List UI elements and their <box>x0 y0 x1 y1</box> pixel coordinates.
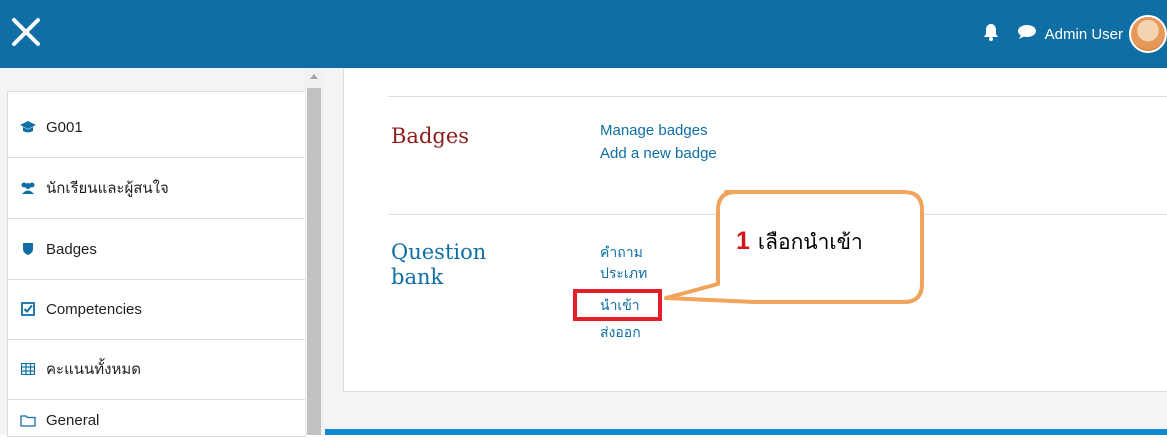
scrollbar-thumb[interactable] <box>307 88 321 435</box>
section-title-question-bank-line2: bank <box>391 265 444 289</box>
folder-icon <box>18 414 38 427</box>
users-icon <box>18 181 38 195</box>
sidebar-item-grades[interactable]: คะแนนทั้งหมด <box>8 339 305 400</box>
add-badge-link[interactable]: Add a new badge <box>600 143 717 165</box>
shield-icon <box>18 242 38 256</box>
sidebar-item-g001[interactable]: G001 <box>8 97 305 158</box>
sidebar-scrollbar[interactable] <box>305 70 323 435</box>
chat-icon[interactable] <box>1017 24 1037 45</box>
bell-icon[interactable] <box>983 23 999 46</box>
sidebar: G001 นักเรียนและผู้สนใจ Badges Competenc… <box>7 91 306 437</box>
sidebar-item-label: Competencies <box>46 300 142 318</box>
checkbox-icon <box>18 302 38 316</box>
user-menu: Admin User <box>983 14 1167 54</box>
sidebar-item-badges[interactable]: Badges <box>8 219 305 280</box>
sidebar-item-label: Badges <box>46 240 97 258</box>
sidebar-item-label: G001 <box>46 118 83 136</box>
bottom-accent-bar <box>325 429 1167 435</box>
sidebar-item-general[interactable]: General <box>8 400 305 440</box>
avatar[interactable] <box>1129 15 1167 53</box>
graduation-cap-icon <box>18 120 38 134</box>
sidebar-item-label: General <box>46 411 100 429</box>
callout-number: 1 <box>736 227 750 255</box>
table-icon <box>18 363 38 375</box>
callout-text: 1 เลือกนำเข้า <box>736 226 863 259</box>
manage-badges-link[interactable]: Manage badges <box>600 120 708 142</box>
section-title-badges: Badges <box>391 124 470 148</box>
questions-link[interactable]: คำถาม <box>600 242 643 264</box>
sidebar-item-competencies[interactable]: Competencies <box>8 279 305 340</box>
callout-label: เลือกนำเข้า <box>757 231 863 254</box>
top-navbar: Admin User <box>0 0 1167 68</box>
sidebar-item-label: นักเรียนและผู้สนใจ <box>46 180 169 197</box>
sidebar-item-label: คะแนนทั้งหมด <box>46 361 141 378</box>
close-icon[interactable] <box>6 12 46 52</box>
user-name[interactable]: Admin User <box>1045 26 1123 43</box>
scroll-up-arrow-icon[interactable] <box>310 74 318 79</box>
section-divider <box>388 96 1167 97</box>
export-link[interactable]: ส่งออก <box>600 322 641 344</box>
section-title-question-bank: Question <box>391 240 487 264</box>
sidebar-item-participants[interactable]: นักเรียนและผู้สนใจ <box>8 158 305 219</box>
